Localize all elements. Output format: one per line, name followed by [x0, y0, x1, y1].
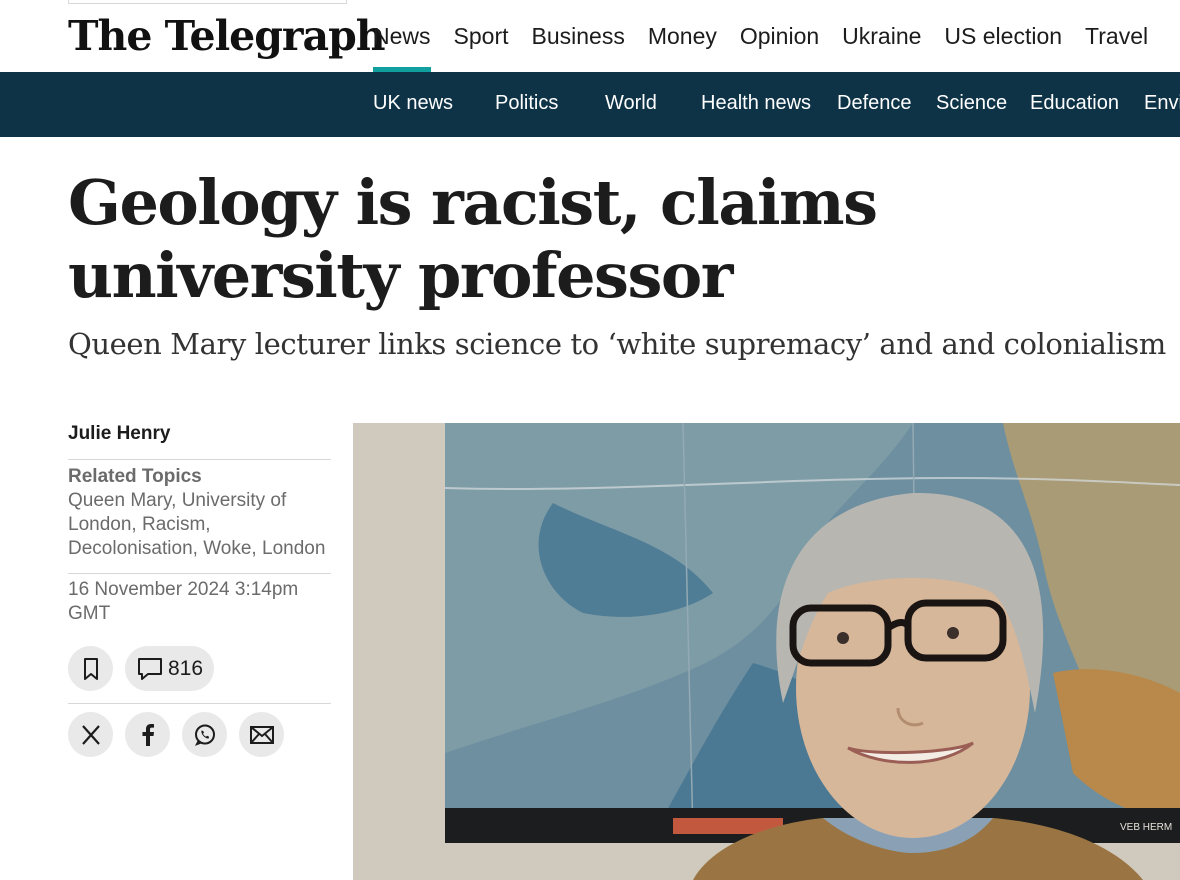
- map-label: VEB HERM: [1120, 822, 1172, 833]
- article-actions: 816: [68, 626, 331, 704]
- share-facebook-button[interactable]: [125, 712, 170, 757]
- logo-rule: [68, 0, 347, 4]
- nav-news[interactable]: News: [373, 0, 431, 72]
- subnav-health-news[interactable]: Health news: [701, 72, 811, 137]
- share-x-button[interactable]: [68, 712, 113, 757]
- topic-link[interactable]: Woke,: [203, 538, 257, 559]
- share-whatsapp-button[interactable]: [182, 712, 227, 757]
- subnav-defence[interactable]: Defence: [837, 72, 912, 137]
- publish-date: 16 November 2024 3:14pm GMT: [68, 579, 299, 624]
- subnav-education[interactable]: Education: [1030, 72, 1119, 137]
- share-buttons: [68, 704, 331, 757]
- topic-link[interactable]: London: [262, 538, 325, 559]
- telegraph-logo[interactable]: The Telegraph: [68, 12, 386, 60]
- nav-business[interactable]: Business: [532, 0, 625, 72]
- subnav-science[interactable]: Science: [936, 72, 1007, 137]
- related-topics: Related Topics Queen Mary, University of…: [68, 460, 331, 574]
- subnav-uk-news[interactable]: UK news: [373, 72, 453, 137]
- comment-count: 816: [168, 656, 204, 680]
- primary-nav: News Sport Business Money Opinion Ukrain…: [373, 0, 1171, 72]
- hero-video-still: VEB HERM: [353, 423, 1180, 880]
- topic-link[interactable]: Racism,: [142, 514, 211, 535]
- comment-icon: [138, 657, 162, 680]
- subnav-world[interactable]: World: [605, 72, 657, 137]
- article-headline: Geology is racist, claims university pro…: [68, 166, 878, 312]
- comments-button[interactable]: 816: [125, 646, 215, 691]
- nav-money[interactable]: Money: [648, 0, 717, 72]
- email-icon: [249, 725, 274, 744]
- masthead: The Telegraph News Sport Business Money …: [0, 0, 1180, 72]
- author-name[interactable]: Julie Henry: [68, 420, 331, 460]
- hero-image[interactable]: VEB HERM: [353, 423, 1180, 880]
- related-topics-list: Queen Mary, University of London, Racism…: [68, 489, 331, 561]
- secondary-nav: UK news Politics World Health news Defen…: [0, 72, 1180, 137]
- article-standfirst: Queen Mary lecturer links science to ‘wh…: [68, 327, 1166, 361]
- facebook-icon: [142, 723, 154, 746]
- nav-us-election[interactable]: US election: [944, 0, 1062, 72]
- whatsapp-icon: [194, 724, 215, 746]
- nav-ukraine[interactable]: Ukraine: [842, 0, 921, 72]
- nav-opinion[interactable]: Opinion: [740, 0, 819, 72]
- topic-link[interactable]: Decolonisation,: [68, 538, 198, 559]
- subnav-environment[interactable]: Envi: [1144, 72, 1180, 137]
- save-article-button[interactable]: [68, 646, 113, 691]
- byline-column: Julie Henry Related Topics Queen Mary, U…: [68, 420, 331, 757]
- related-topics-heading: Related Topics: [68, 466, 202, 487]
- nav-travel[interactable]: Travel: [1085, 0, 1148, 72]
- share-email-button[interactable]: [239, 712, 284, 757]
- nav-sport[interactable]: Sport: [454, 0, 509, 72]
- x-icon: [81, 724, 100, 745]
- subnav-politics[interactable]: Politics: [495, 72, 558, 137]
- bookmark-icon: [83, 657, 98, 680]
